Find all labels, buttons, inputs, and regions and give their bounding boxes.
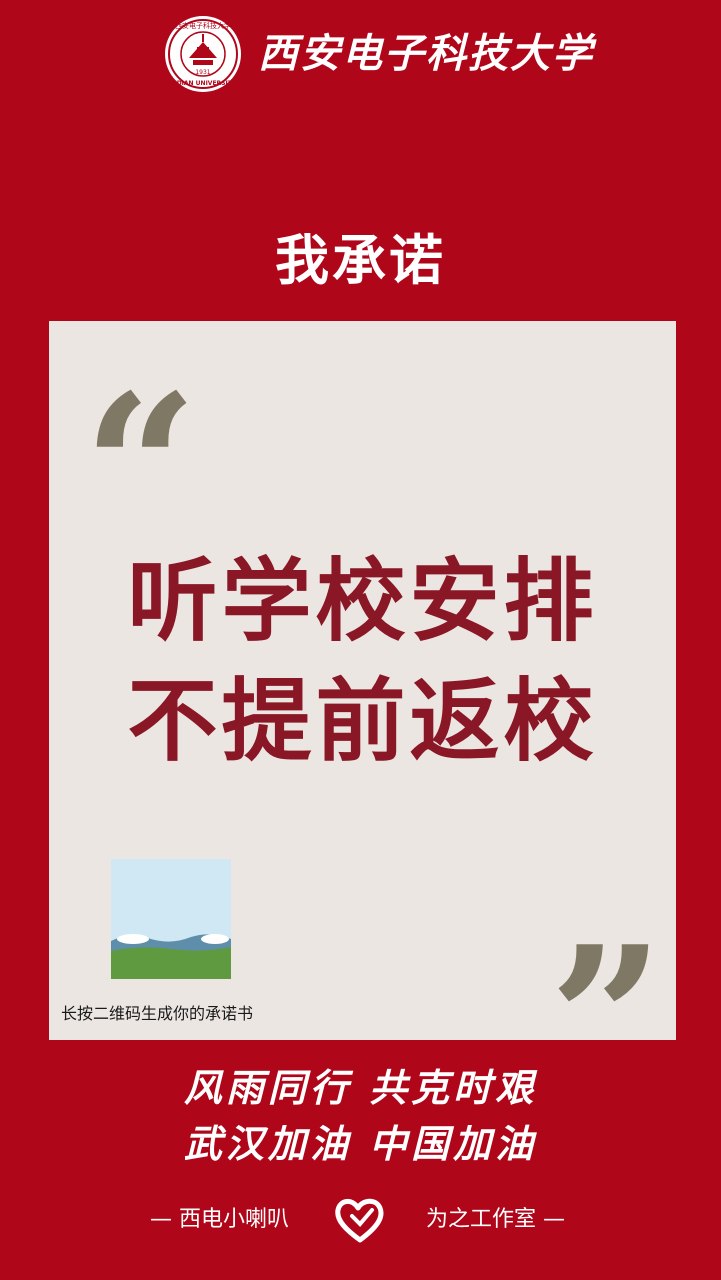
open-quote-icon: “ [83,351,199,586]
heart-icon [335,1198,384,1243]
footer-right-text: 为之工作室 — [426,1207,565,1232]
slogan-line-2: 武汉加油 中国加油 [183,1121,538,1166]
pledge-card: “ 听学校安排 不提前返校 长按二维码生成你的承诺书 ” [49,321,676,1121]
pledge-line-1: 听学校安排 [127,549,598,654]
university-name: 西安电子科技大学 [258,30,594,77]
seal-year: 1931 [195,69,210,76]
pledge-line-2: 不提前返校 [127,669,598,774]
qr-code-image[interactable] [111,859,231,979]
footer-left-text: — 西电小喇叭 [150,1207,289,1232]
footer: — 西电小喇叭 为之工作室 — [0,1194,721,1246]
header: 西安电子科技大学 XIDIAN UNIVERSITY 1931 西安电子科技大学 [0,14,721,94]
slogan-line-1: 风雨同行 共克时艰 [183,1065,538,1110]
qr-caption: 长按二维码生成你的承诺书 [61,1004,254,1023]
seal-english: XIDIAN UNIVERSITY [170,80,237,87]
seal-motto: 西安电子科技大学 [175,21,231,30]
university-seal-icon: 西安电子科技大学 XIDIAN UNIVERSITY 1931 [165,16,241,92]
pledge-title: 我承诺 [275,229,446,292]
